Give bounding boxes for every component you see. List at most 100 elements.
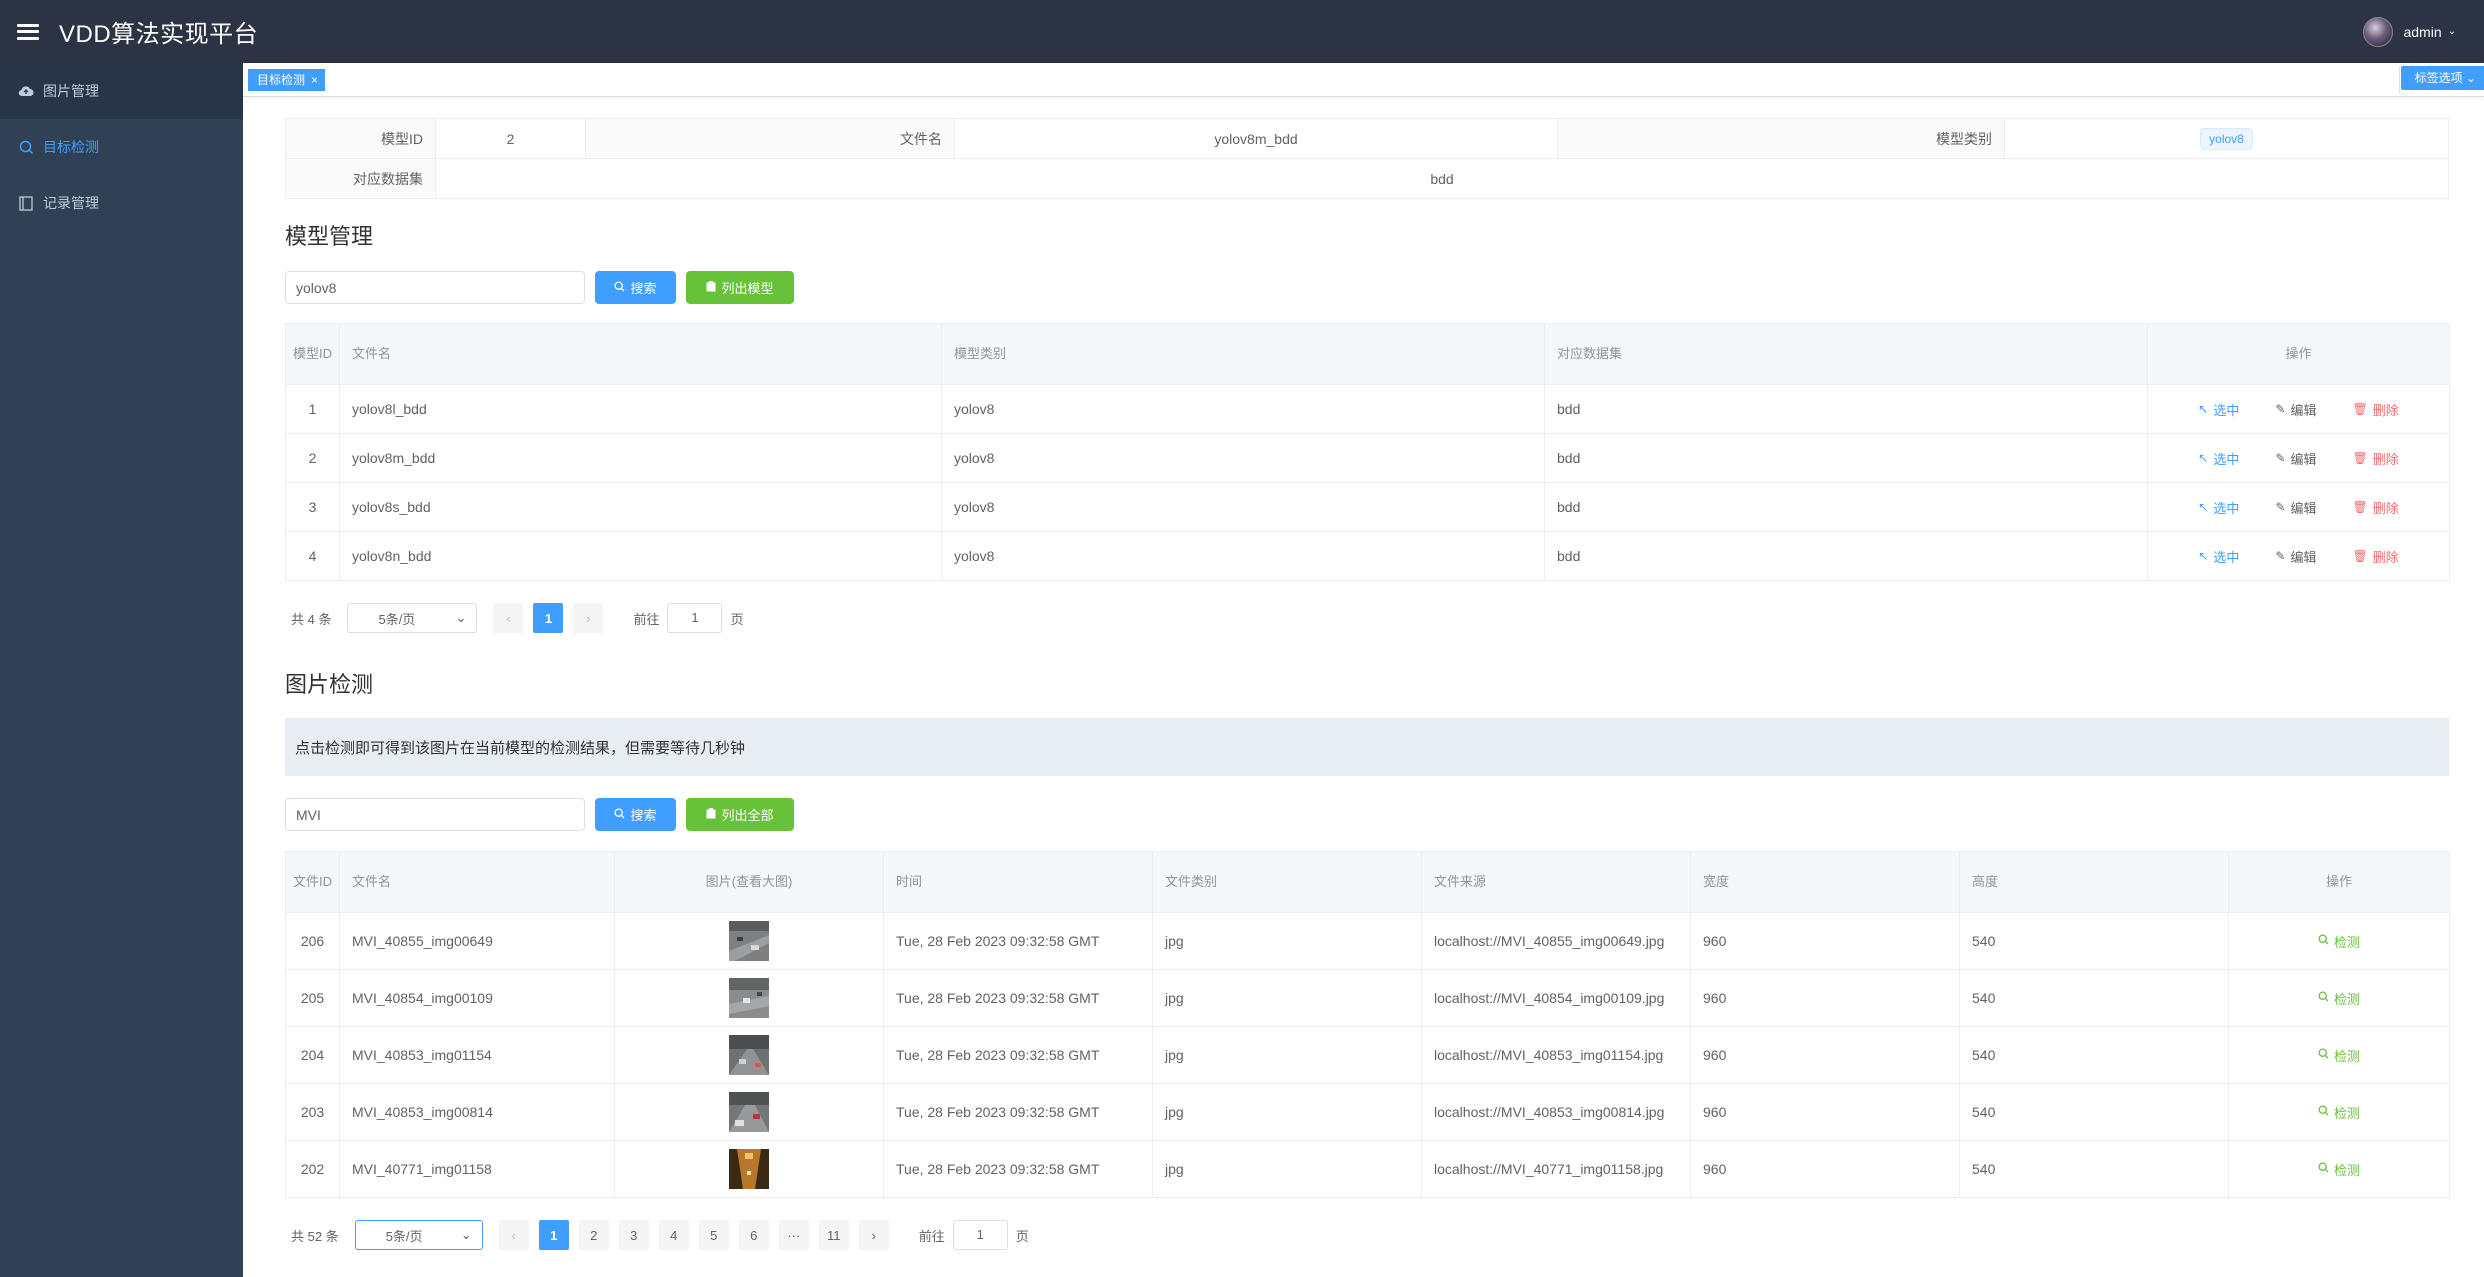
main-content: 模型ID 2 文件名 yolov8m_bdd 模型类别 yolov8 对应数据集…: [243, 97, 2484, 1277]
page-1-button[interactable]: 1: [533, 603, 564, 633]
edit-button[interactable]: ✎ 编辑: [2275, 498, 2316, 517]
top-navbar: VDD算法实现平台 admin ⌄: [0, 0, 2484, 63]
image-thumbnail[interactable]: [729, 1092, 769, 1132]
select-button[interactable]: ↖ 选中: [2198, 449, 2239, 468]
detect-button[interactable]: 检测: [2318, 1160, 2360, 1179]
username[interactable]: admin: [2403, 24, 2441, 40]
cell-time: Tue, 28 Feb 2023 09:32:58 GMT: [883, 1083, 1153, 1141]
page-size-value: 5条/页: [378, 611, 416, 627]
cell-dataset: bdd: [1544, 384, 2148, 434]
goto-page-input[interactable]: 1: [667, 603, 723, 633]
search-icon: [614, 807, 625, 822]
cell-file: MVI_40853_img00814: [339, 1083, 615, 1141]
page-button[interactable]: 3: [618, 1220, 649, 1250]
cell-file: MVI_40855_img00649: [339, 912, 615, 970]
tag-object-detection[interactable]: 目标检测 ×: [248, 69, 326, 91]
table-row: 204 MVI_40853_img01154 Tue, 28 Feb 2023 …: [285, 1026, 2450, 1084]
cell-id: 4: [285, 531, 340, 581]
detect-button[interactable]: 检测: [2318, 1046, 2360, 1065]
arrow-up-left-icon: ↖: [2198, 451, 2209, 465]
image-thumbnail[interactable]: [729, 1035, 769, 1075]
table-row: 4 yolov8n_bdd yolov8 bdd ↖ 选中 ✎ 编辑 🗑 删除: [285, 531, 2450, 581]
avatar[interactable]: [2363, 16, 2394, 47]
cell-id: 206: [285, 912, 340, 970]
cell-file: yolov8l_bdd: [339, 384, 942, 434]
list-all-button[interactable]: 列出全部: [686, 798, 794, 831]
list-models-button[interactable]: 列出模型: [686, 271, 794, 304]
page-button[interactable]: 1: [538, 1220, 569, 1250]
page-size-select[interactable]: 5条/页 ⌄: [354, 1220, 483, 1250]
delete-button[interactable]: 🗑 删除: [2352, 498, 2398, 517]
cell-height: 540: [1959, 969, 2229, 1027]
chevron-down-icon: ⌄: [460, 1227, 472, 1242]
cell-category: yolov8: [941, 433, 1545, 483]
trash-icon: 🗑: [2352, 549, 2368, 563]
page-button[interactable]: 4: [658, 1220, 689, 1250]
delete-button[interactable]: 🗑 删除: [2352, 547, 2398, 566]
prev-page-button[interactable]: ‹: [493, 603, 524, 633]
detect-button[interactable]: 检测: [2318, 1103, 2360, 1122]
next-page-button[interactable]: ›: [573, 603, 604, 633]
page-button[interactable]: 11: [818, 1220, 849, 1250]
tag-options-button[interactable]: 标签选项 ⌄: [2400, 66, 2484, 90]
cell-actions: 检测: [2228, 1140, 2450, 1198]
delete-button[interactable]: 🗑 删除: [2352, 400, 2398, 419]
search-icon: [614, 280, 625, 295]
action-label: 检测: [2333, 1162, 2360, 1178]
select-button[interactable]: ↖ 选中: [2198, 498, 2239, 517]
action-label: 删除: [2372, 402, 2399, 418]
cell-category: yolov8: [941, 482, 1545, 532]
close-icon[interactable]: ×: [311, 69, 318, 91]
label-model-category: 模型类别: [1557, 118, 2005, 159]
sidebar-item-image-management[interactable]: 图片管理: [0, 63, 243, 119]
page-button[interactable]: 6: [738, 1220, 769, 1250]
sidebar: 图片管理 目标检测 记录管理: [0, 63, 243, 1277]
value-model-category: yolov8: [2004, 118, 2449, 159]
image-thumbnail[interactable]: [729, 921, 769, 961]
image-search-input[interactable]: [285, 798, 585, 831]
cell-width: 960: [1690, 969, 1960, 1027]
more-pages-button[interactable]: ···: [778, 1220, 809, 1250]
model-search-button[interactable]: 搜索: [595, 271, 676, 304]
page-size-select[interactable]: 5条/页 ⌄: [347, 603, 478, 633]
model-search-input[interactable]: [285, 271, 585, 304]
model-pagination: 共 4 条 5条/页 ⌄ ‹ 1 › 前往 1 页: [291, 603, 744, 633]
label-dataset: 对应数据集: [285, 158, 436, 199]
search-icon: [2318, 1105, 2329, 1119]
page-button[interactable]: 2: [578, 1220, 609, 1250]
select-button[interactable]: ↖ 选中: [2198, 400, 2239, 419]
image-thumbnail[interactable]: [729, 1149, 769, 1189]
cell-dataset: bdd: [1544, 531, 2148, 581]
select-button[interactable]: ↖ 选中: [2198, 547, 2239, 566]
column-header: 时间: [883, 851, 1153, 913]
sidebar-item-record-management[interactable]: 记录管理: [0, 175, 243, 231]
cell-dataset: bdd: [1544, 433, 2148, 483]
button-label: 列出全部: [721, 808, 774, 823]
edit-icon: ✎: [2275, 451, 2286, 465]
cell-file: MVI_40853_img01154: [339, 1026, 615, 1084]
table-row: 1 yolov8l_bdd yolov8 bdd ↖ 选中 ✎ 编辑 🗑 删除: [285, 384, 2450, 434]
detect-button[interactable]: 检测: [2318, 932, 2360, 951]
edit-button[interactable]: ✎ 编辑: [2275, 449, 2316, 468]
value-file-name: yolov8m_bdd: [954, 118, 1558, 159]
cell-id: 204: [285, 1026, 340, 1084]
cell-thumbnail: [614, 969, 884, 1027]
cell-thumbnail: [614, 1140, 884, 1198]
cell-file: yolov8m_bdd: [339, 433, 942, 483]
goto-page-input[interactable]: 1: [952, 1220, 1008, 1250]
detect-button[interactable]: 检测: [2318, 989, 2360, 1008]
edit-button[interactable]: ✎ 编辑: [2275, 400, 2316, 419]
delete-button[interactable]: 🗑 删除: [2352, 449, 2398, 468]
prev-page-button[interactable]: ‹: [498, 1220, 529, 1250]
cell-file: MVI_40771_img01158: [339, 1140, 615, 1198]
cell-actions: 检测: [2228, 1026, 2450, 1084]
sidebar-item-object-detection[interactable]: 目标检测: [0, 119, 243, 175]
user-dropdown[interactable]: admin ⌄: [2363, 0, 2456, 63]
image-search-button[interactable]: 搜索: [595, 798, 676, 831]
image-thumbnail[interactable]: [729, 978, 769, 1018]
hamburger-menu-icon[interactable]: [17, 23, 39, 40]
edit-button[interactable]: ✎ 编辑: [2275, 547, 2316, 566]
page-button[interactable]: 5: [698, 1220, 729, 1250]
next-page-button[interactable]: ›: [858, 1220, 889, 1250]
edit-icon: ✎: [2275, 402, 2286, 416]
